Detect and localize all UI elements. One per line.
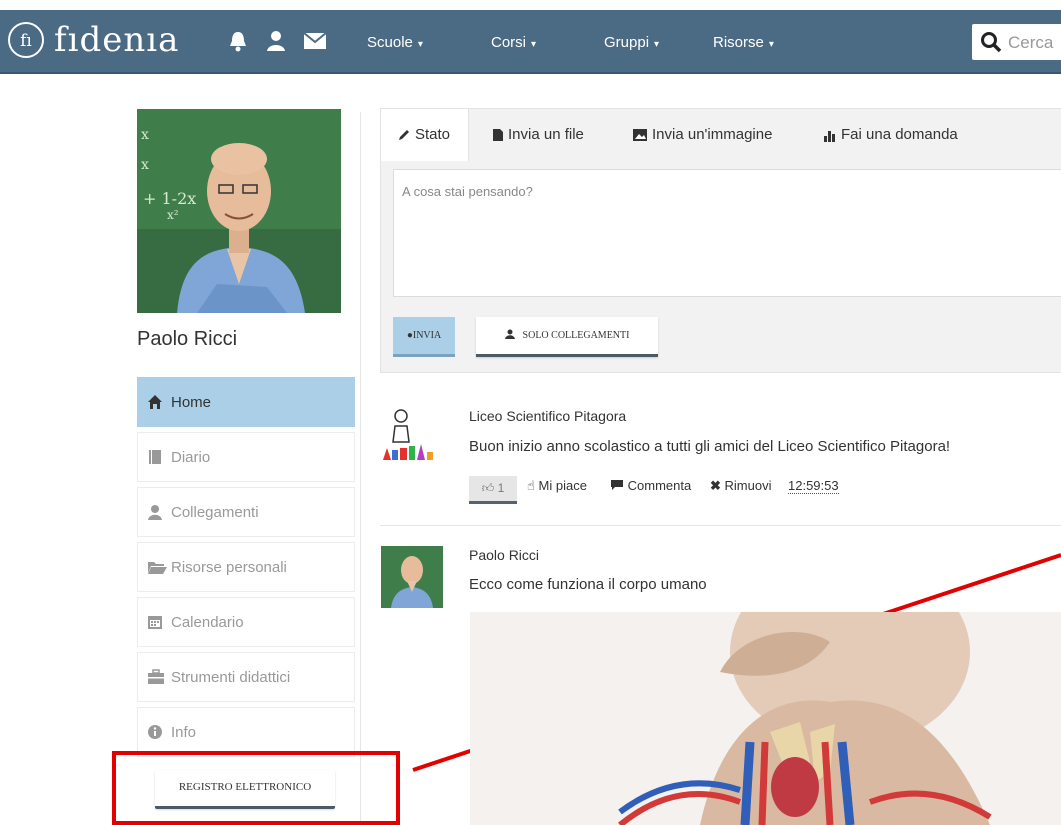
status-textarea[interactable]: A cosa stai pensando?: [393, 169, 1061, 297]
sidebar-item-risorse-personali[interactable]: Risorse personali: [137, 542, 355, 592]
file-icon: [493, 129, 503, 142]
nav-scuole[interactable]: Scuole ▾: [367, 34, 423, 54]
post-time[interactable]: 12:59:53: [788, 478, 839, 494]
post-author[interactable]: Paolo Ricci: [469, 547, 539, 563]
sidebar-item-strumenti-didattici[interactable]: Strumenti didattici: [137, 652, 355, 702]
home-icon: [148, 395, 162, 409]
profile-photo[interactable]: x x + 1-2x x²: [137, 109, 341, 313]
tab-fai-domanda[interactable]: Fai una domanda: [823, 109, 958, 161]
thumbs-up-icon: ☝︎: [527, 478, 535, 493]
close-icon: ✖: [710, 478, 721, 493]
logo-mark[interactable]: fı: [8, 22, 44, 58]
folder-open-icon: [148, 562, 167, 574]
logo-text[interactable]: fıdenıa: [54, 20, 179, 60]
sidebar-item-label: Collegamenti: [171, 504, 259, 521]
info-icon: [148, 725, 162, 739]
post-composer: Stato Invia un file Invia un'immagine Fa…: [380, 108, 1061, 373]
svg-text:x²: x²: [167, 208, 179, 222]
sidebar-item-label: Calendario: [171, 614, 244, 631]
avatar[interactable]: [381, 402, 443, 464]
post-text: Buon inizio anno scolastico a tutti gli …: [469, 438, 951, 455]
highlight-box: [112, 751, 400, 825]
post-divider: [380, 525, 1061, 526]
thumbs-up-icon: 👍︎: [481, 481, 495, 495]
search-icon[interactable]: [980, 31, 1002, 53]
nav-corsi[interactable]: Corsi ▾: [491, 34, 536, 54]
sidebar-item-home[interactable]: Home: [137, 377, 355, 427]
chevron-down-icon: ▾: [654, 39, 660, 50]
user-icon: [148, 505, 162, 520]
svg-text:x: x: [141, 127, 149, 143]
sidebar-item-diario[interactable]: Diario: [137, 432, 355, 482]
sidebar-item-calendario[interactable]: Calendario: [137, 597, 355, 647]
avatar[interactable]: [381, 546, 443, 608]
visibility-button[interactable]: SOLO COLLEGAMENTI: [476, 317, 658, 357]
svg-text:+ 1-2x: + 1-2x: [143, 189, 196, 208]
nav-gruppi[interactable]: Gruppi ▾: [604, 34, 659, 54]
user-icon[interactable]: [266, 30, 286, 52]
search-placeholder: Cerca: [1008, 33, 1054, 52]
image-icon: [633, 129, 647, 142]
like-button[interactable]: ☝︎ Mi piace: [527, 478, 587, 494]
bell-icon[interactable]: [228, 30, 248, 52]
sidebar-item-label: Risorse personali: [171, 559, 287, 576]
sidebar-item-label: Diario: [171, 449, 211, 466]
column-divider: [360, 112, 361, 825]
send-button[interactable]: ●INVIA: [393, 317, 455, 357]
search-input[interactable]: Cerca: [972, 24, 1061, 60]
envelope-icon[interactable]: [303, 32, 327, 50]
bar-chart-icon: [824, 131, 835, 143]
sidebar-item-label: Home: [171, 394, 212, 411]
post-text: Ecco come funziona il corpo umano: [469, 576, 707, 593]
sidebar-item-label: Info: [171, 724, 197, 741]
nav-risorse[interactable]: Risorse ▾: [713, 34, 774, 54]
tab-invia-immagine[interactable]: Invia un'immagine: [632, 109, 772, 161]
calendar-icon: [148, 616, 162, 629]
book-icon: [149, 450, 161, 464]
chevron-down-icon: ▾: [417, 39, 423, 50]
post-author[interactable]: Liceo Scientifico Pitagora: [469, 408, 626, 424]
remove-button[interactable]: ✖ Rimuovi: [710, 478, 772, 494]
pencil-icon: [399, 130, 409, 141]
comment-icon: [611, 480, 623, 490]
chevron-down-icon: ▾: [531, 39, 537, 50]
sidebar-item-label: Strumenti didattici: [171, 669, 291, 686]
top-navbar: fı fıdenıa Scuole ▾ Corsi ▾ Gruppi ▾ Risors…: [0, 10, 1061, 74]
briefcase-icon: [148, 669, 164, 684]
chevron-down-icon: ▾: [768, 39, 774, 50]
top-margin: [0, 0, 1061, 10]
post-image-anatomy[interactable]: [470, 612, 1061, 825]
profile-name[interactable]: Paolo Ricci: [137, 328, 237, 351]
sidebar-item-collegamenti[interactable]: Collegamenti: [137, 487, 355, 537]
comment-button[interactable]: Commenta: [610, 478, 691, 493]
sidebar-item-info[interactable]: Info: [137, 707, 355, 757]
user-icon: [504, 329, 515, 339]
tab-stato[interactable]: Stato: [381, 109, 469, 161]
svg-text:x: x: [141, 157, 149, 173]
tab-invia-file[interactable]: Invia un file: [492, 109, 584, 161]
like-count-button[interactable]: 👍︎ 1: [469, 476, 517, 504]
